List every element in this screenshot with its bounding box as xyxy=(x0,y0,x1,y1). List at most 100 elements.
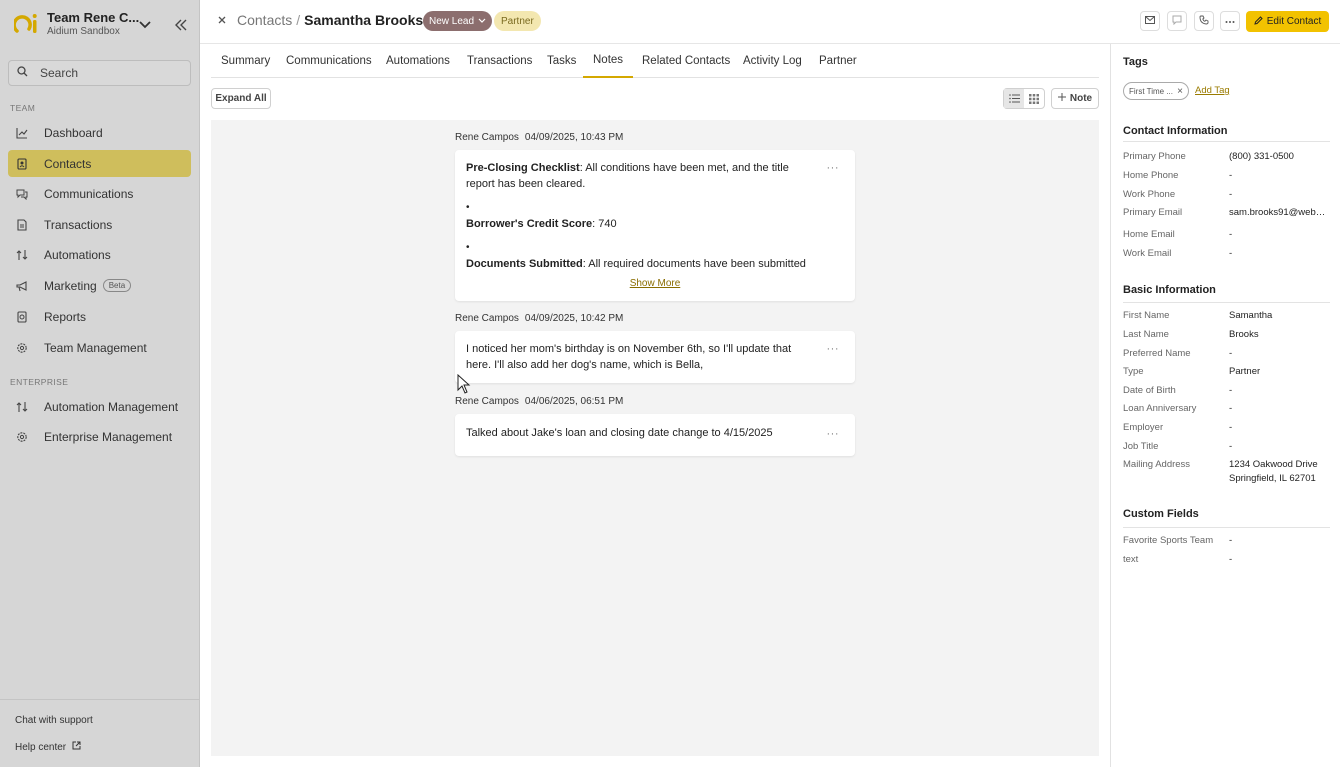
edit-contact-label: Edit Contact xyxy=(1266,16,1322,27)
chat-support-link[interactable]: Chat with support xyxy=(15,715,93,726)
field-value: - xyxy=(1229,554,1233,565)
field-value: - xyxy=(1229,385,1233,396)
show-more-link[interactable]: Show More xyxy=(455,278,855,289)
field-label: Mailing Address xyxy=(1123,459,1191,470)
remove-tag-icon[interactable]: × xyxy=(1177,86,1183,97)
field-label: First Name xyxy=(1123,310,1170,321)
expand-all-button[interactable]: Expand All xyxy=(211,88,271,109)
nav-enterprise-management[interactable]: Enterprise Management xyxy=(8,423,191,450)
collapse-sidebar-icon[interactable] xyxy=(173,18,189,32)
nav-contacts[interactable]: Contacts xyxy=(8,150,191,177)
email-button[interactable] xyxy=(1140,11,1160,31)
field-value: - xyxy=(1229,441,1233,452)
add-tag-link[interactable]: Add Tag xyxy=(1195,85,1230,96)
tab-communications[interactable]: Communications xyxy=(276,44,382,78)
phone-icon xyxy=(1199,15,1209,28)
tab-related-contacts[interactable]: Related Contacts xyxy=(632,44,740,78)
search-input[interactable] xyxy=(40,66,180,80)
nav-label: Automations xyxy=(44,247,111,262)
tag-chip[interactable]: First Time ... × xyxy=(1123,82,1189,100)
more-icon[interactable]: ··· xyxy=(827,428,840,440)
note-card[interactable]: ··· Pre-Closing Checklist: All condition… xyxy=(455,150,855,301)
note-text: : 740 xyxy=(592,218,617,230)
field-value: - xyxy=(1229,535,1233,546)
list-view-icon[interactable] xyxy=(1004,89,1024,108)
field-label: Preferred Name xyxy=(1123,348,1191,359)
document-icon xyxy=(16,218,28,231)
org-switcher[interactable]: Team Rene C... Aidium Sandbox xyxy=(12,10,139,37)
note-card[interactable]: ··· I noticed her mom's birthday is on N… xyxy=(455,331,855,383)
tab-automations[interactable]: Automations xyxy=(376,44,460,78)
field-label: Primary Email xyxy=(1123,207,1183,218)
field-label: Job Title xyxy=(1123,441,1159,452)
field-value: - xyxy=(1229,403,1233,414)
tab-notes[interactable]: Notes xyxy=(583,44,634,78)
org-subtitle: Aidium Sandbox xyxy=(47,26,120,37)
nav-transactions[interactable]: Transactions xyxy=(8,211,191,238)
note-meta: Rene Campos 04/09/2025, 10:43 PM xyxy=(455,132,623,143)
edit-contact-button[interactable]: Edit Contact xyxy=(1246,11,1329,32)
nav-marketing[interactable]: Marketing Beta xyxy=(8,272,191,299)
breadcrumb-contacts[interactable]: Contacts xyxy=(237,12,292,28)
automation-arrows-icon xyxy=(16,401,28,413)
field-label: Work Phone xyxy=(1123,189,1176,200)
tab-tasks[interactable]: Tasks xyxy=(537,44,586,78)
field-label: Work Email xyxy=(1123,248,1172,259)
grid-view-icon[interactable] xyxy=(1024,89,1044,108)
chart-line-icon xyxy=(16,127,28,139)
nav-label: Contacts xyxy=(44,156,92,171)
nav-automations[interactable]: Automations xyxy=(8,241,191,268)
field-label: Employer xyxy=(1123,422,1164,433)
note-bullet: • Borrower's Credit Score: 740 xyxy=(466,202,617,230)
nav-communications[interactable]: Communications xyxy=(8,180,191,207)
field-value: - xyxy=(1229,248,1233,259)
contact-details-panel: Tags First Time ... × Add Tag Contact In… xyxy=(1110,44,1340,767)
nav-label: Team Management xyxy=(44,340,147,355)
field-value: Brooks xyxy=(1229,329,1259,340)
page-title: Samantha Brooks xyxy=(304,12,424,28)
note-bold-label: Documents Submitted xyxy=(466,258,583,268)
note-text: Talked about Jake's loan and closing dat… xyxy=(466,427,773,439)
note-author: Rene Campos xyxy=(455,396,519,407)
more-icon[interactable]: ··· xyxy=(827,162,840,174)
nav-dashboard[interactable]: Dashboard xyxy=(8,119,191,146)
field-value: Partner xyxy=(1229,366,1261,377)
gear-icon xyxy=(16,431,28,443)
team-section-label: TEAM xyxy=(10,103,36,113)
tab-summary[interactable]: Summary xyxy=(211,44,280,78)
close-icon[interactable] xyxy=(215,13,229,27)
field-label: Home Phone xyxy=(1123,170,1179,181)
nav-automation-management[interactable]: Automation Management xyxy=(8,393,191,420)
aidium-logo xyxy=(12,11,40,37)
status-badge[interactable]: New Lead xyxy=(423,11,493,31)
note-timestamp: 04/06/2025, 06:51 PM xyxy=(524,396,624,407)
search-box[interactable] xyxy=(8,60,191,86)
more-icon[interactable]: ··· xyxy=(827,343,840,355)
chevron-down-icon[interactable] xyxy=(137,18,153,32)
help-center-link[interactable]: Help center xyxy=(15,741,81,753)
nav-label: Marketing xyxy=(44,278,97,293)
call-button[interactable] xyxy=(1194,11,1214,31)
nav-reports[interactable]: Reports xyxy=(8,303,191,330)
sms-button[interactable] xyxy=(1167,11,1187,31)
tab-partner[interactable]: Partner xyxy=(809,44,867,78)
field-label: text xyxy=(1123,554,1139,565)
field-value: - xyxy=(1229,348,1233,359)
tab-activity-log[interactable]: Activity Log xyxy=(733,44,812,78)
breadcrumb-separator: / xyxy=(296,12,301,28)
nav-label: Dashboard xyxy=(44,125,103,140)
report-icon xyxy=(16,310,28,323)
section-divider xyxy=(1123,141,1330,142)
note-card[interactable]: ··· Talked about Jake's loan and closing… xyxy=(455,414,855,456)
contact-book-icon xyxy=(16,157,28,170)
chat-bubble-icon xyxy=(1172,15,1182,28)
add-note-button[interactable]: Note xyxy=(1051,88,1099,109)
status-badge-label: New Lead xyxy=(429,15,475,27)
tab-transactions[interactable]: Transactions xyxy=(457,44,542,78)
nav-team-management[interactable]: Team Management xyxy=(8,334,191,361)
field-label: Home Email xyxy=(1123,229,1175,240)
more-actions-button[interactable] xyxy=(1220,11,1240,31)
note-author: Rene Campos xyxy=(455,132,519,143)
section-divider xyxy=(1123,302,1330,303)
note-bold-label: Pre-Closing Checklist xyxy=(466,162,580,174)
